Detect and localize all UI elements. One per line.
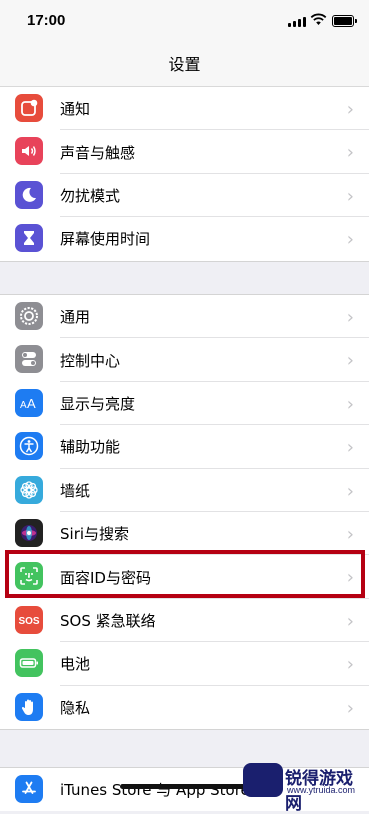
chevron-right-icon: › (346, 99, 354, 120)
svg-text:SOS: SOS (18, 616, 39, 627)
chevron-right-icon: › (346, 610, 354, 632)
face-id-icon (15, 562, 43, 591)
watermark-logo-icon (243, 763, 283, 797)
settings-row-privacy[interactable]: 隐私 › (0, 686, 369, 729)
notifications-icon (15, 94, 43, 122)
chevron-right-icon: › (346, 437, 354, 459)
chevron-right-icon: › (346, 229, 354, 251)
text-size-icon: AA (15, 388, 43, 417)
row-label: 电池 (60, 655, 91, 674)
settings-row-battery[interactable]: 电池 › (0, 642, 369, 686)
row-label: 声音与触感 (60, 143, 136, 162)
moon-icon (15, 180, 43, 209)
row-label: SOS 紧急联络 (60, 611, 156, 630)
settings-row-do-not-disturb[interactable]: 勿扰模式 › (0, 174, 369, 218)
siri-icon (15, 518, 43, 547)
settings-row-control-center[interactable]: 控制中心 › (0, 338, 369, 382)
home-indicator[interactable] (120, 784, 250, 789)
cellular-signal-icon (288, 17, 306, 27)
accessibility-icon (15, 432, 43, 461)
row-label: 显示与亮度 (60, 394, 136, 413)
battery-status-icon (332, 15, 357, 27)
row-label: 隐私 (60, 698, 91, 717)
battery-icon (15, 649, 43, 678)
settings-group-2: 通用 › 控制中心 › AA 显示与亮度 › 辅助功能 › 墙纸 › Siri与… (0, 294, 369, 730)
settings-row-emergency-sos[interactable]: SOS SOS 紧急联络 › (0, 599, 369, 643)
chevron-right-icon: › (346, 393, 354, 415)
row-label: 控制中心 (60, 351, 121, 370)
settings-row-screen-time[interactable]: 屏幕使用时间 › (0, 217, 369, 260)
chevron-right-icon: › (346, 523, 354, 545)
svg-text:A: A (20, 400, 27, 411)
page-title: 设置 (0, 44, 369, 87)
chevron-right-icon: › (346, 480, 354, 502)
status-bar: 17:00 (0, 0, 369, 44)
watermark-url: www.ytruida.com (287, 785, 356, 795)
settings-group-1: 通知 › 声音与触感 › 勿扰模式 › 屏幕使用时间 › (0, 87, 369, 262)
row-label: 面容ID与密码 (60, 568, 151, 587)
settings-row-accessibility[interactable]: 辅助功能 › (0, 425, 369, 469)
chevron-right-icon: › (346, 697, 354, 719)
app-store-icon (15, 775, 43, 803)
row-label: 辅助功能 (60, 438, 121, 457)
toggles-icon (15, 345, 43, 374)
hand-icon (15, 692, 43, 721)
settings-row-face-id-passcode[interactable]: 面容ID与密码 › (0, 555, 369, 599)
row-label: Siri与搜索 (60, 525, 130, 544)
chevron-right-icon: › (346, 185, 354, 207)
sos-icon: SOS (15, 605, 43, 634)
svg-text:A: A (27, 396, 36, 411)
chevron-right-icon: › (346, 654, 354, 676)
chevron-right-icon: › (346, 142, 354, 164)
row-label: 通用 (60, 308, 91, 327)
settings-row-display-brightness[interactable]: AA 显示与亮度 › (0, 382, 369, 426)
settings-row-wallpaper[interactable]: 墙纸 › (0, 469, 369, 512)
status-time: 17:00 (27, 12, 66, 29)
settings-row-sounds[interactable]: 声音与触感 › (0, 130, 369, 174)
wifi-icon (310, 13, 327, 25)
row-label: 通知 (60, 100, 91, 119)
chevron-right-icon: › (346, 307, 354, 328)
settings-row-siri-search[interactable]: Siri与搜索 › (0, 512, 369, 556)
row-label: 屏幕使用时间 (60, 230, 151, 249)
row-label: 勿扰模式 (60, 186, 121, 205)
sound-icon (15, 137, 43, 166)
chevron-right-icon: › (346, 350, 354, 372)
row-label: 墙纸 (60, 481, 91, 500)
settings-row-general[interactable]: 通用 › (0, 295, 369, 339)
gear-icon (15, 302, 43, 330)
hourglass-icon (15, 224, 43, 253)
row-label: iTunes Store 与 App Store (60, 781, 250, 800)
settings-row-notifications[interactable]: 通知 › (0, 87, 369, 131)
chevron-right-icon: › (346, 567, 354, 589)
flower-icon (15, 475, 43, 504)
